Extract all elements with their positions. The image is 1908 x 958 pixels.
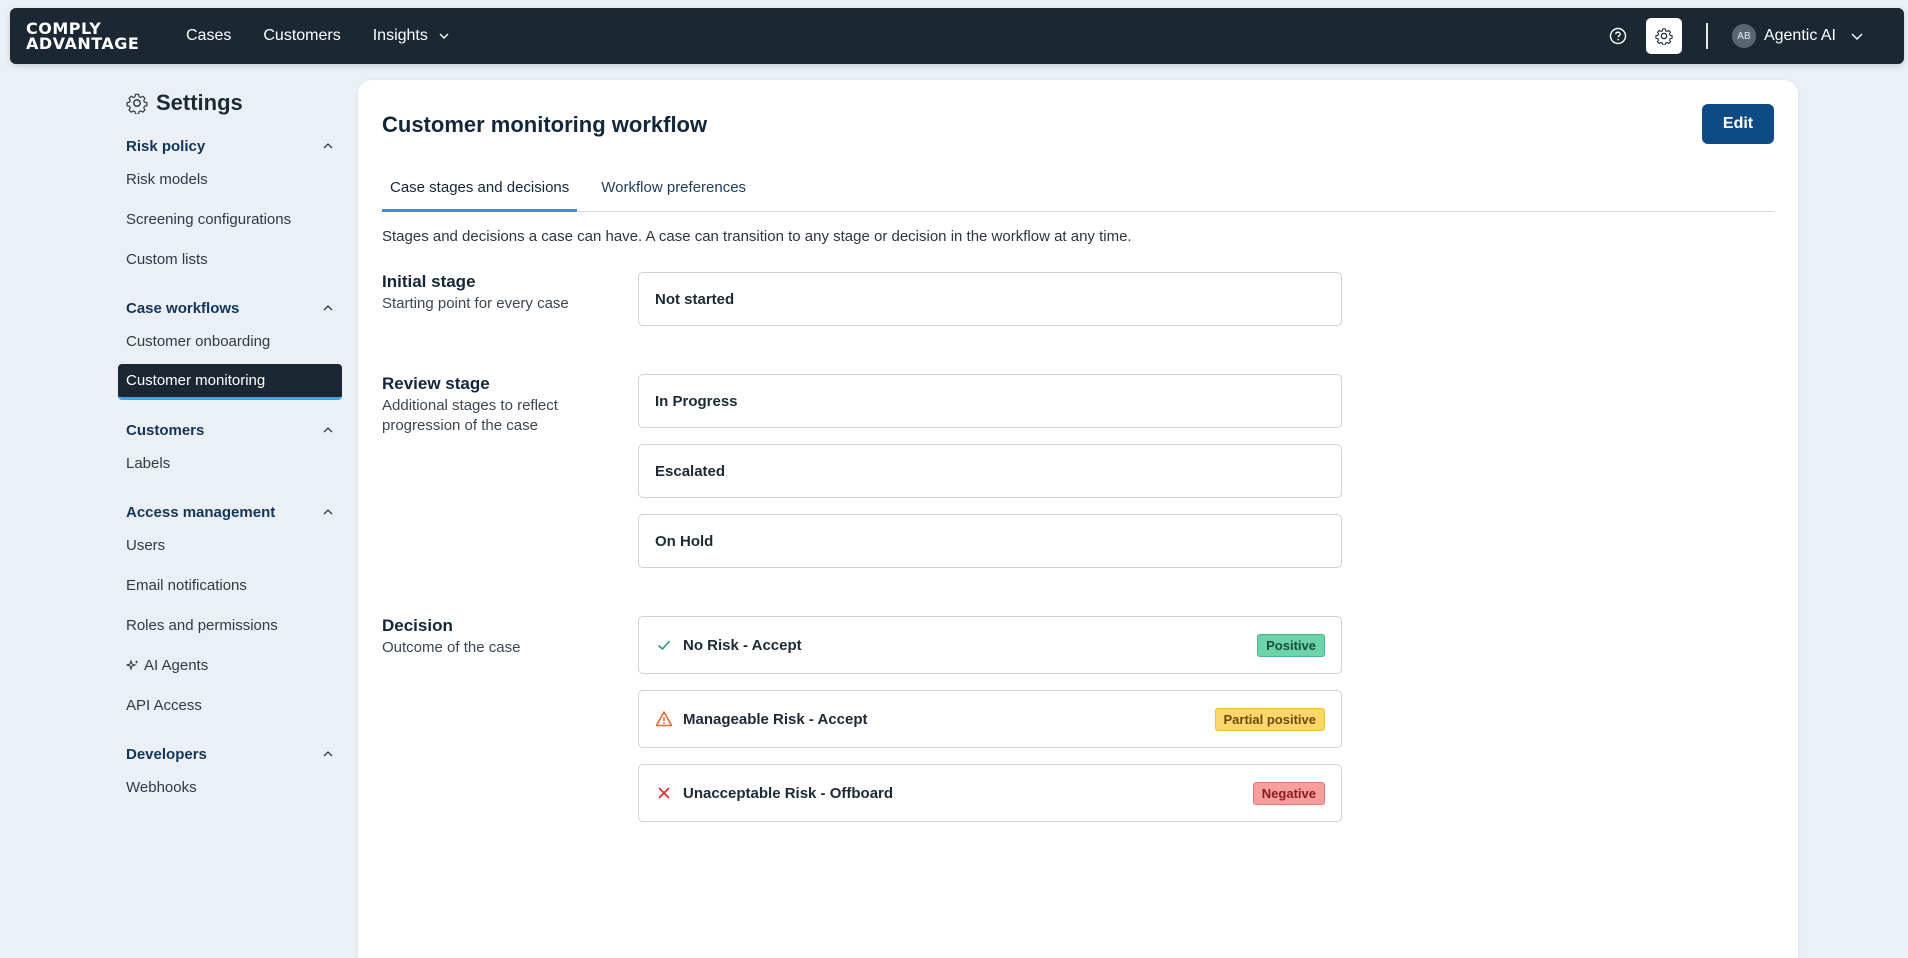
nav-cases[interactable]: Cases: [186, 27, 231, 45]
decision-field: Unacceptable Risk - Offboard Negative: [638, 764, 1342, 822]
section-heading: Review stage: [382, 374, 490, 393]
decision-section: Decision Outcome of the case: [382, 616, 572, 658]
review-stage-section: Review stage Additional stages to reflec…: [382, 374, 572, 436]
sidebar-group-developers[interactable]: Developers: [118, 742, 342, 766]
decision-field: No Risk - Accept Positive: [638, 616, 1342, 674]
chevron-up-icon: [323, 751, 333, 757]
nav-customers[interactable]: Customers: [263, 27, 340, 45]
help-icon: [1609, 27, 1627, 45]
section-heading: Decision: [382, 616, 453, 635]
sidebar-item-screening-configurations[interactable]: Screening configurations: [118, 202, 342, 238]
page-title: Customer monitoring workflow: [382, 112, 708, 137]
main-card: Customer monitoring workflow Edit Case s…: [358, 80, 1798, 958]
main-nav: Cases Customers Insights: [186, 27, 482, 45]
tab-case-stages-and-decisions[interactable]: Case stages and decisions: [382, 176, 578, 212]
sidebar-item-custom-lists[interactable]: Custom lists: [118, 242, 342, 278]
sidebar-item-roles-and-permissions[interactable]: Roles and permissions: [118, 608, 342, 644]
sidebar-group-customers[interactable]: Customers: [118, 418, 342, 442]
sidebar-item-api-access[interactable]: API Access: [118, 688, 342, 724]
decision-label: No Risk - Accept: [683, 636, 802, 654]
edit-button[interactable]: Edit: [1702, 104, 1774, 144]
sidebar-group-label: Customers: [126, 421, 205, 439]
sidebar-item-label: AI Agents: [144, 657, 209, 674]
sidebar-item-webhooks[interactable]: Webhooks: [118, 770, 342, 806]
chevron-down-icon: [1851, 33, 1863, 40]
sidebar-item-users[interactable]: Users: [118, 528, 342, 564]
review-stage-field: On Hold: [638, 514, 1342, 568]
tabs: Case stages and decisions Workflow prefe…: [382, 176, 1774, 212]
sidebar-group-risk-policy[interactable]: Risk policy: [118, 134, 342, 158]
status-badge: Negative: [1252, 781, 1325, 805]
chevron-up-icon: [323, 427, 333, 433]
status-badge: Partial positive: [1214, 707, 1325, 731]
sidebar-group-access-management[interactable]: Access management: [118, 500, 342, 524]
sidebar-group-label: Access management: [126, 503, 276, 521]
section-description: Additional stages to reflect progression…: [382, 397, 558, 434]
decision-label: Manageable Risk - Accept: [683, 710, 868, 728]
decision-label: Unacceptable Risk - Offboard: [683, 784, 894, 802]
sidebar-group-case-workflows[interactable]: Case workflows: [118, 296, 342, 320]
chevron-down-icon: [439, 33, 449, 39]
user-name: Agentic AI: [1763, 27, 1836, 44]
sidebar-item-customer-onboarding[interactable]: Customer onboarding: [118, 324, 342, 360]
intro-text: Stages and decisions a case can have. A …: [382, 228, 1132, 245]
initial-stage-field: Not started: [638, 272, 1342, 326]
sparkle-icon: [126, 659, 139, 671]
section-description: Starting point for every case: [382, 295, 569, 312]
review-stage-field: Escalated: [638, 444, 1342, 498]
check-icon: [655, 636, 673, 654]
top-navigation-bar: COMPLY ADVANTAGE Cases Customers Insight…: [10, 8, 1904, 64]
initial-stage-section: Initial stage Starting point for every c…: [382, 272, 572, 314]
avatar: AB: [1731, 24, 1756, 48]
gear-icon: [1655, 28, 1673, 45]
settings-title: Settings: [156, 90, 243, 115]
sidebar-item-customer-monitoring[interactable]: Customer monitoring: [118, 364, 342, 400]
cross-icon: [655, 784, 673, 802]
sidebar-group-label: Case workflows: [126, 299, 240, 317]
chevron-up-icon: [323, 305, 333, 311]
chevron-up-icon: [323, 509, 333, 515]
decision-field: Manageable Risk - Accept Partial positiv…: [638, 690, 1342, 748]
sidebar-group-label: Risk policy: [126, 137, 206, 155]
user-menu[interactable]: AB Agentic AI: [1731, 24, 1864, 48]
settings-sidebar: Settings Risk policy Risk models Screeni…: [118, 90, 342, 806]
sidebar-item-email-notifications[interactable]: Email notifications: [118, 568, 342, 604]
help-button[interactable]: [1600, 18, 1636, 54]
chevron-up-icon: [323, 143, 333, 149]
gear-icon: [126, 93, 148, 114]
warning-icon: [655, 710, 673, 728]
sidebar-item-labels[interactable]: Labels: [118, 446, 342, 482]
nav-insights-label: Insights: [372, 27, 428, 44]
section-description: Outcome of the case: [382, 639, 521, 656]
tab-workflow-preferences[interactable]: Workflow preferences: [593, 176, 754, 212]
review-stage-field: In Progress: [638, 374, 1342, 428]
logo-line-2: ADVANTAGE: [26, 34, 140, 53]
sidebar-item-risk-models[interactable]: Risk models: [118, 162, 342, 198]
settings-button[interactable]: [1645, 18, 1682, 54]
comply-advantage-logo[interactable]: COMPLY ADVANTAGE: [26, 21, 156, 53]
sidebar-group-label: Developers: [126, 745, 207, 763]
sidebar-item-ai-agents[interactable]: AI Agents: [118, 648, 342, 684]
status-badge: Positive: [1257, 633, 1325, 657]
nav-insights[interactable]: Insights: [373, 27, 450, 45]
section-heading: Initial stage: [382, 272, 476, 291]
settings-header: Settings: [126, 90, 342, 116]
topbar-divider: [1705, 23, 1708, 49]
